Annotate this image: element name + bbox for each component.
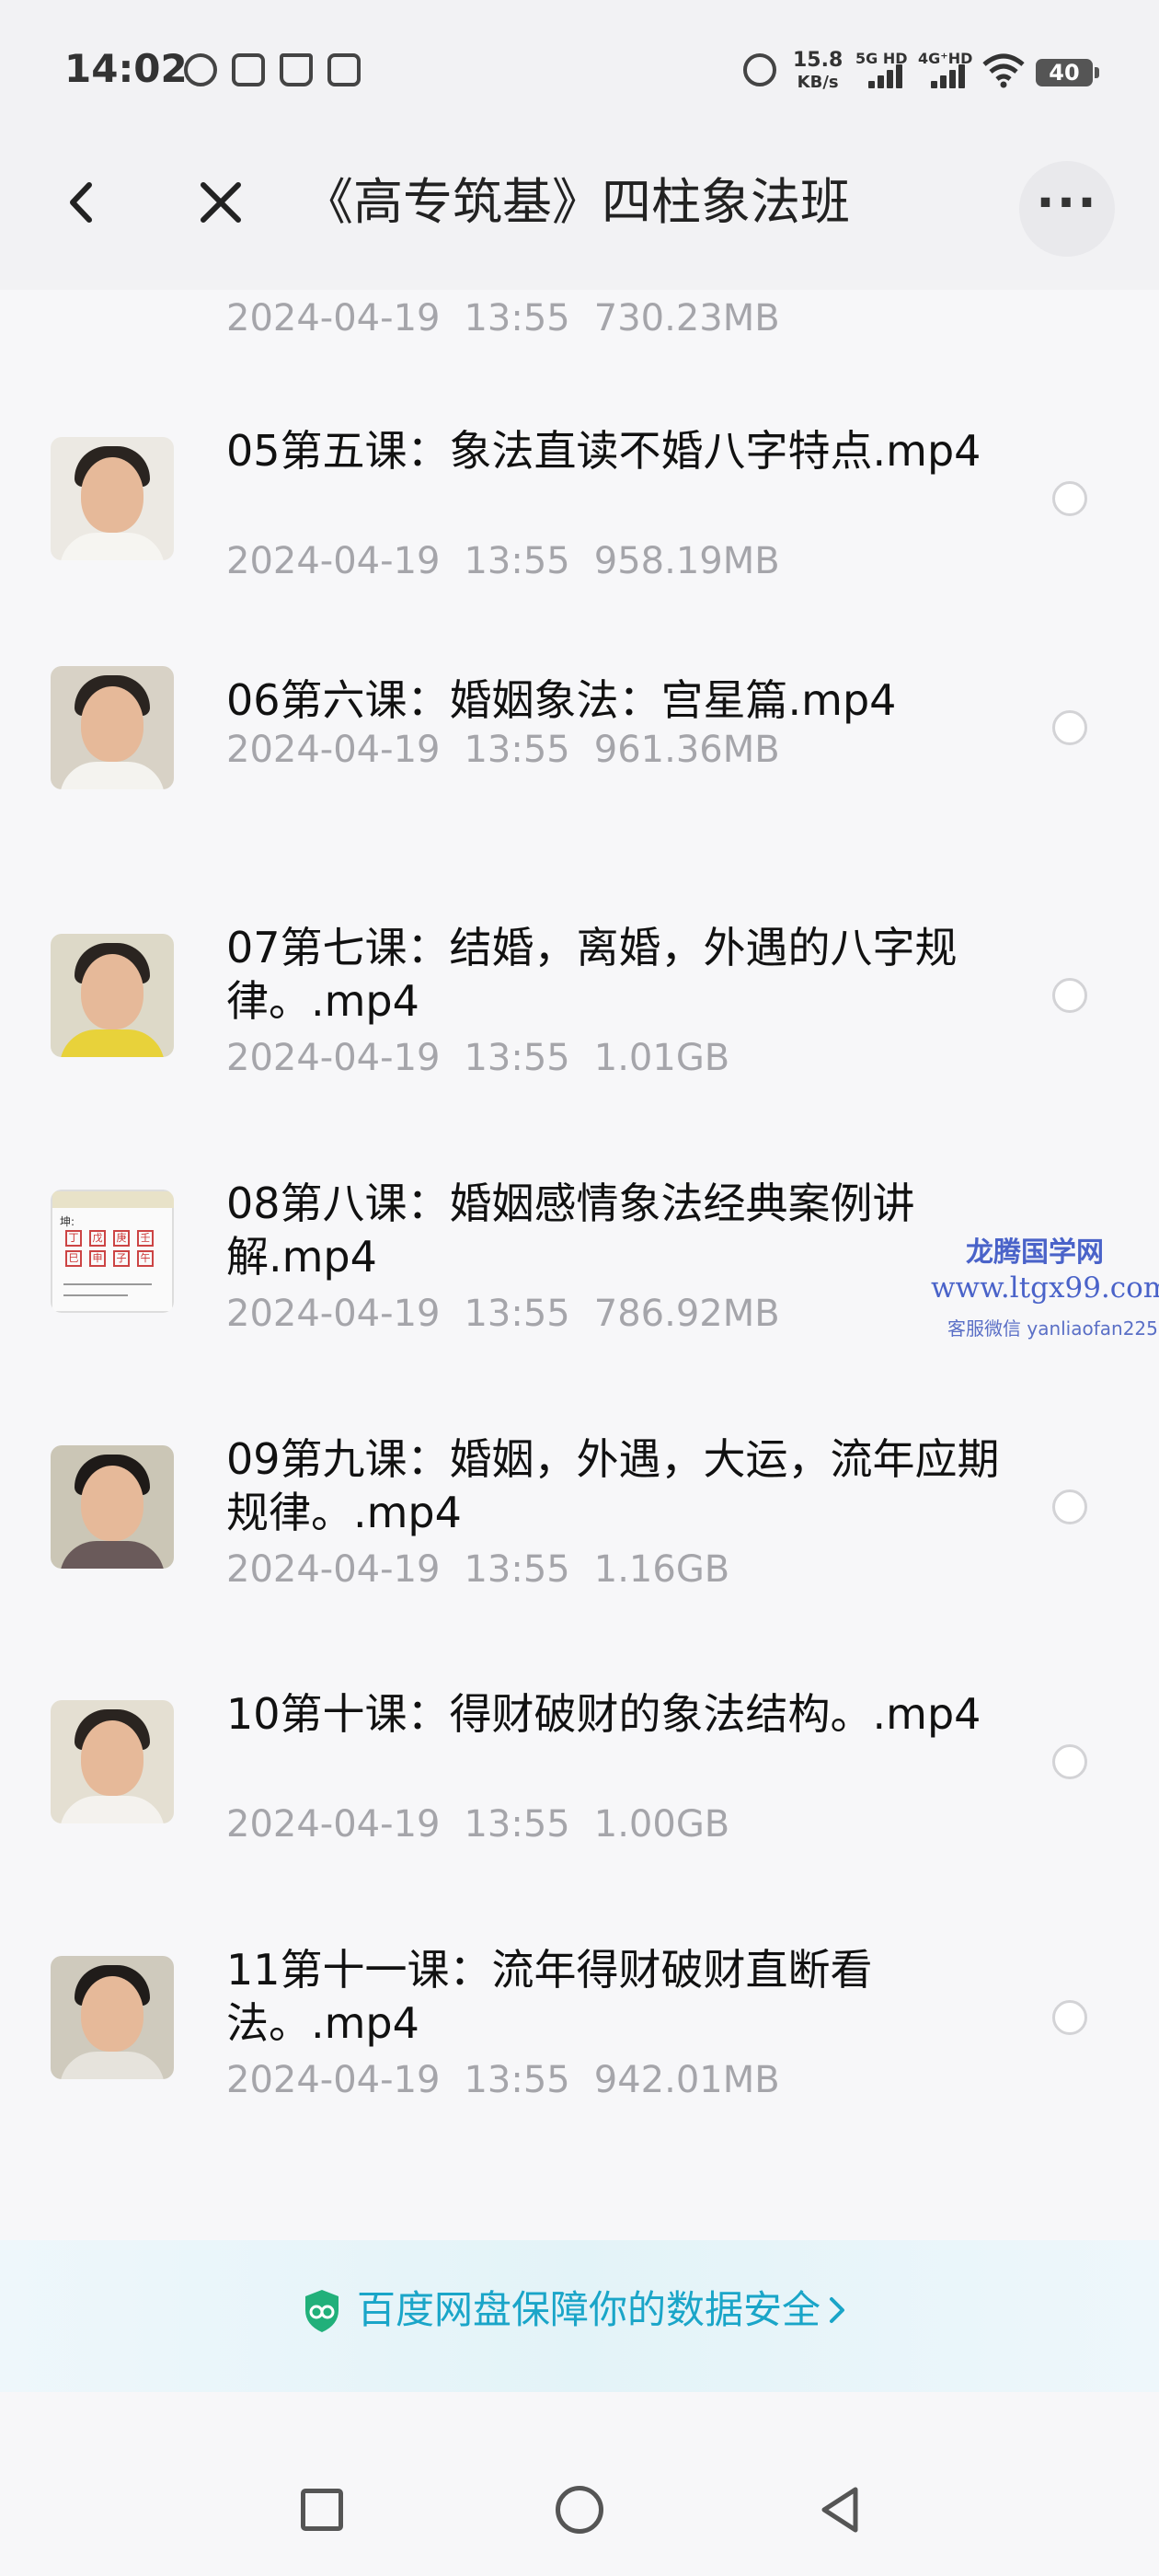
list-item[interactable]: 05第五课：象法直读不婚八字特点.mp4 2024-04-19 13:55 958.…: [0, 426, 1159, 667]
file-date: 2024-04-19: [226, 297, 441, 339]
select-radio[interactable]: [1052, 1744, 1087, 1779]
list-item[interactable]: 10第十课：得财破财的象法结构。.mp4 2024-04-19 13:55 1.00…: [0, 1689, 1159, 1930]
file-time: 13:55: [464, 729, 570, 771]
signal-icon: [931, 64, 968, 88]
select-radio[interactable]: [1052, 481, 1087, 516]
file-meta: 2024-04-19 13:55 1.16GB: [226, 1548, 753, 1591]
net-speed: 15.8 KB/s: [793, 50, 843, 94]
file-date: 2024-04-19: [226, 1803, 441, 1846]
list-item[interactable]: 11第十一课：流年得财破财直断看法。.mp4 2024-04-19 13:55 94…: [0, 1945, 1159, 2186]
file-title: 08第八课：婚姻感情象法经典案例讲解.mp4: [226, 1179, 915, 1282]
file-title: 10第十课：得财破财的象法结构。.mp4: [226, 1689, 981, 1739]
whiteboard-thumbnail: 坤: 丁 戊 庚 壬 巳 申 子 午: [51, 1190, 174, 1313]
file-size: 942.01MB: [593, 2059, 780, 2101]
file-meta: 2024-04-19 13:55 1.00GB: [226, 1803, 753, 1846]
file-size: 1.01GB: [593, 1037, 730, 1079]
file-time: 13:55: [464, 2059, 570, 2101]
hand-icon: [280, 53, 313, 86]
select-radio[interactable]: [1052, 2000, 1087, 2035]
battery-icon: 40: [1036, 59, 1099, 86]
recents-icon[interactable]: [301, 2489, 343, 2531]
file-meta: 2024-04-19 13:55 1.01GB: [226, 1037, 753, 1079]
file-title: 09第九课：婚姻，外遇，大运，流年应期规律。.mp4: [226, 1434, 1000, 1537]
system-nav-bar: [0, 2392, 1159, 2576]
file-date: 2024-04-19: [226, 1548, 441, 1591]
video-thumbnail: [51, 437, 174, 560]
file-title: 06第六课：婚姻象法：宫星篇.mp4: [226, 675, 897, 725]
close-icon[interactable]: [189, 170, 253, 235]
banner-text[interactable]: 百度网盘保障你的数据安全: [357, 2284, 820, 2336]
file-time: 13:55: [464, 297, 570, 339]
file-title: 05第五课：象法直读不婚八字特点.mp4: [226, 426, 981, 476]
file-time: 13:55: [464, 1293, 570, 1335]
file-date: 2024-04-19: [226, 1293, 441, 1335]
page-title: 《高专筑基》四柱象法班: [304, 173, 850, 231]
file-time: 13:55: [464, 1037, 570, 1079]
wifi-icon: [982, 53, 1025, 88]
file-size: 1.00GB: [593, 1803, 730, 1846]
video-thumbnail: [51, 1956, 174, 2079]
file-meta: 2024-04-19 13:55 958.19MB: [226, 540, 804, 582]
file-date: 2024-04-19: [226, 540, 441, 582]
alarm-icon: [743, 53, 776, 86]
status-bar: 14:02 15.8 KB/s 5G HD 4G⁺HD 40: [0, 0, 1159, 115]
file-title: 11第十一课：流年得财破财直断看法。.mp4: [226, 1945, 873, 2048]
file-title: 07第七课：结婚，离婚，外遇的八字规律。.mp4: [226, 923, 958, 1026]
list-item[interactable]: 06第六课：婚姻象法：宫星篇.mp4 2024-04-19 13:55 961.36…: [0, 666, 1159, 863]
file-meta: 2024-04-19 13:55 961.36MB: [226, 729, 804, 771]
file-time: 13:55: [464, 1803, 570, 1846]
list-item[interactable]: 07第七课：结婚，离婚，外遇的八字规律。.mp4 2024-04-19 13:55…: [0, 923, 1159, 1164]
list-item[interactable]: 2024-04-19 13:55 730.23MB: [0, 290, 1159, 363]
list-item[interactable]: 坤: 丁 戊 庚 壬 巳 申 子 午 08第八课：婚姻感情象法经典案例讲解.mp…: [0, 1179, 1159, 1420]
file-meta: 2024-04-19 13:55 730.23MB: [226, 297, 804, 339]
shield-icon: [305, 2290, 339, 2332]
file-size: 730.23MB: [593, 297, 780, 339]
watermark-title: 龙腾国学网: [966, 1236, 1104, 1269]
select-radio[interactable]: [1052, 710, 1087, 745]
file-date: 2024-04-19: [226, 1037, 441, 1079]
file-size: 961.36MB: [593, 729, 780, 771]
file-time: 13:55: [464, 540, 570, 582]
box-icon: [327, 53, 361, 86]
chevron-left-icon[interactable]: [51, 170, 115, 235]
file-meta: 2024-04-19 13:55 942.01MB: [226, 2059, 804, 2101]
file-size: 1.16GB: [593, 1548, 730, 1591]
file-meta: 2024-04-19 13:55 786.92MB: [226, 1293, 804, 1335]
select-radio[interactable]: [1052, 1489, 1087, 1524]
k-icon: [184, 53, 217, 86]
nav-header: 《高专筑基》四柱象法班 ···: [0, 115, 1159, 290]
home-icon[interactable]: [556, 2486, 603, 2534]
file-time: 13:55: [464, 1548, 570, 1591]
video-thumbnail: [51, 666, 174, 789]
signal-icon: [868, 64, 905, 88]
image-icon: [232, 53, 265, 86]
security-banner[interactable]: 百度网盘保障你的数据安全: [0, 2240, 1159, 2392]
video-thumbnail: [51, 934, 174, 1057]
file-date: 2024-04-19: [226, 2059, 441, 2101]
list-item[interactable]: 09第九课：婚姻，外遇，大运，流年应期规律。.mp4 2024-04-19 13:…: [0, 1434, 1159, 1675]
more-icon[interactable]: ···: [1019, 161, 1115, 257]
back-icon[interactable]: [813, 2482, 868, 2537]
net-speed-value: 15.8: [793, 49, 843, 72]
watermark-url: www.ltgx99.com: [931, 1271, 1159, 1305]
file-size: 958.19MB: [593, 540, 780, 582]
file-size: 786.92MB: [593, 1293, 780, 1335]
file-date: 2024-04-19: [226, 729, 441, 771]
watermark-contact: 客服微信 yanliaofan225: [947, 1317, 1158, 1340]
video-thumbnail: 坤: 丁 戊 庚 壬 巳 申 子 午: [51, 1190, 174, 1313]
net-speed-unit: KB/s: [797, 73, 839, 92]
video-thumbnail: [51, 1445, 174, 1569]
video-thumbnail: [51, 1700, 174, 1823]
chevron-right-icon[interactable]: [824, 2284, 852, 2336]
select-radio[interactable]: [1052, 978, 1087, 1013]
status-time: 14:02: [64, 46, 188, 91]
